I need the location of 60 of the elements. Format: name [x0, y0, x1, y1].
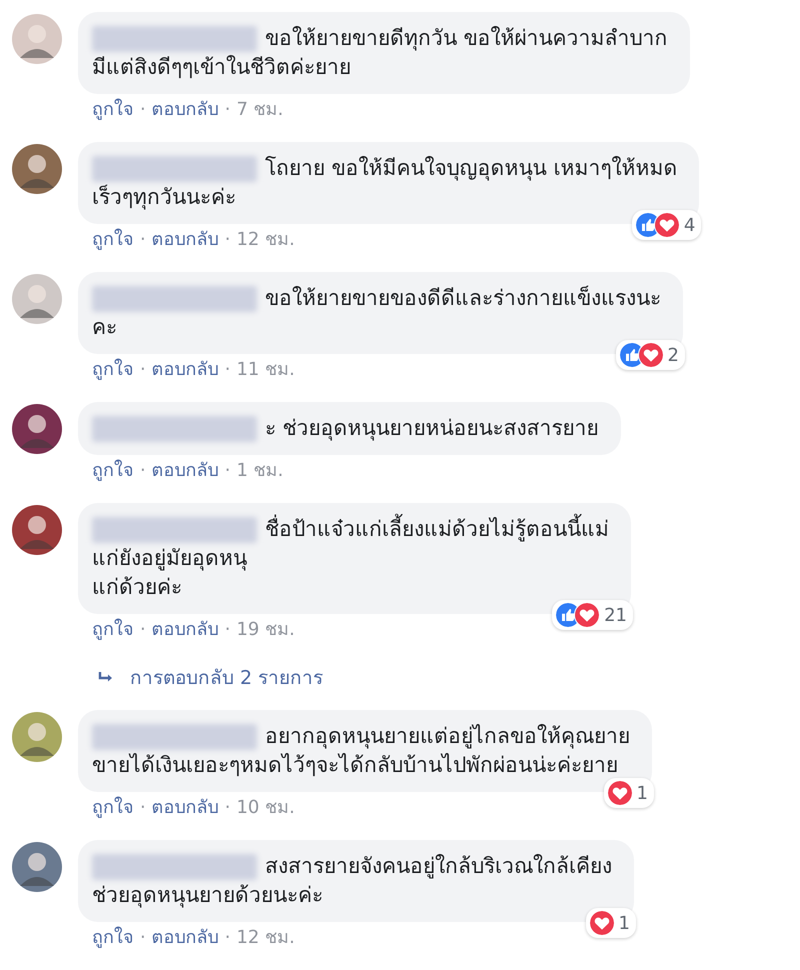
comment-text: ชื่อป้าแจ๋วแก่เลี้ยงแม่ด้วยไม่รู้ตอนนี้แม่	[265, 515, 609, 544]
separator-dot: ·	[140, 926, 146, 950]
action-link[interactable]: ตอบกลับ	[152, 618, 219, 642]
separator-dot: ·	[140, 459, 146, 483]
comment-text: คะ	[92, 314, 117, 341]
action-link[interactable]: ถูกใจ	[92, 228, 134, 252]
comment-text: เร็วๆทุกวันนะค่ะ	[92, 184, 236, 212]
action-link[interactable]: ถูกใจ	[92, 459, 134, 483]
reaction-badge[interactable]: 1	[604, 778, 654, 808]
action-link[interactable]: ตอบกลับ	[152, 98, 219, 122]
action-link[interactable]: ตอบกลับ	[152, 796, 219, 820]
separator-dot: ·	[224, 459, 230, 483]
separator-dot: ·	[224, 228, 230, 252]
action-link[interactable]: ตอบกลับ	[152, 358, 219, 382]
reaction-badge[interactable]: 2	[616, 340, 685, 370]
action-link[interactable]: ถูกใจ	[92, 358, 134, 382]
comment-time[interactable]: 10 ชม.	[236, 796, 295, 820]
separator-dot: ·	[224, 98, 230, 122]
action-link[interactable]: ถูกใจ	[92, 98, 134, 122]
separator-dot: ·	[140, 228, 146, 252]
view-replies-link[interactable]: การตอบกลับ 2 รายการ	[130, 666, 324, 690]
comment-text: ะ ช่วยอุดหนุนยายหน่อยนะสงสารยาย	[265, 415, 599, 443]
comment-text: ขอให้ยายขายดีทุกวัน ขอให้ผ่านความลำบาก	[265, 25, 668, 53]
comment-text: ขอให้ยายขายของดีดีและร่างกายแข็งแรงนะ	[265, 284, 661, 312]
separator-dot: ·	[224, 796, 230, 820]
action-link[interactable]: ตอบกลับ	[152, 228, 219, 252]
avatar[interactable]	[12, 842, 62, 892]
comment-text: ขายได้เงินเยอะๆหมดไว้ๆจะได้กลับบ้านไปพักผ่อนน่ะค่ะยาย	[92, 752, 618, 779]
avatar[interactable]	[12, 505, 62, 555]
comment-time[interactable]: 12 ชม.	[236, 926, 295, 950]
comment-text: อยากอุดหนุนยายแต่อยู่ไกลขอให้คุณยาย	[265, 723, 630, 751]
comment-text: แก่ด้วยค่ะ	[92, 574, 182, 601]
avatar[interactable]	[12, 404, 62, 454]
separator-dot: ·	[224, 926, 230, 950]
comment-text: โถยาย ขอให้มีคนใจบุญอุดหนุน เหมาๆให้หมด	[265, 155, 678, 183]
separator-dot: ·	[140, 618, 146, 642]
action-link[interactable]: ถูกใจ	[92, 926, 134, 950]
avatar[interactable]	[12, 144, 62, 194]
separator-dot: ·	[140, 796, 146, 820]
action-link[interactable]: ตอบกลับ	[152, 459, 219, 483]
comment-time[interactable]: 19 ชม.	[236, 618, 295, 642]
comment-time[interactable]: 7 ชม.	[236, 98, 284, 122]
comment-text: ช่วยอุดหนุนยายด้วยนะค่ะ	[92, 882, 323, 910]
avatar[interactable]	[12, 712, 62, 762]
comment-text: แก่ยังอยู่มัยอุดหนุ	[92, 545, 247, 573]
separator-dot: ·	[224, 618, 230, 642]
reaction-badge[interactable]: 21	[552, 600, 633, 630]
comment-text: มีแต่สิงดีๆๆเข้าในชีวิตค่ะยาย	[92, 54, 351, 81]
comment-text: สงสารยายจังคนอยู่ใกล้บริเวณใกล้เคียง	[265, 853, 612, 880]
action-link[interactable]: ถูกใจ	[92, 618, 134, 642]
comment-time[interactable]: 12 ชม.	[236, 228, 295, 252]
separator-dot: ·	[224, 358, 230, 382]
reaction-badge[interactable]: 4	[632, 210, 702, 240]
comment-time[interactable]: 1 ชม.	[236, 459, 284, 483]
reaction-badge[interactable]: 1	[586, 908, 636, 938]
action-link[interactable]: ถูกใจ	[92, 796, 134, 820]
separator-dot: ·	[140, 358, 146, 382]
separator-dot: ·	[140, 98, 146, 122]
action-link[interactable]: ตอบกลับ	[152, 926, 219, 950]
comment-time[interactable]: 11 ชม.	[236, 358, 295, 382]
